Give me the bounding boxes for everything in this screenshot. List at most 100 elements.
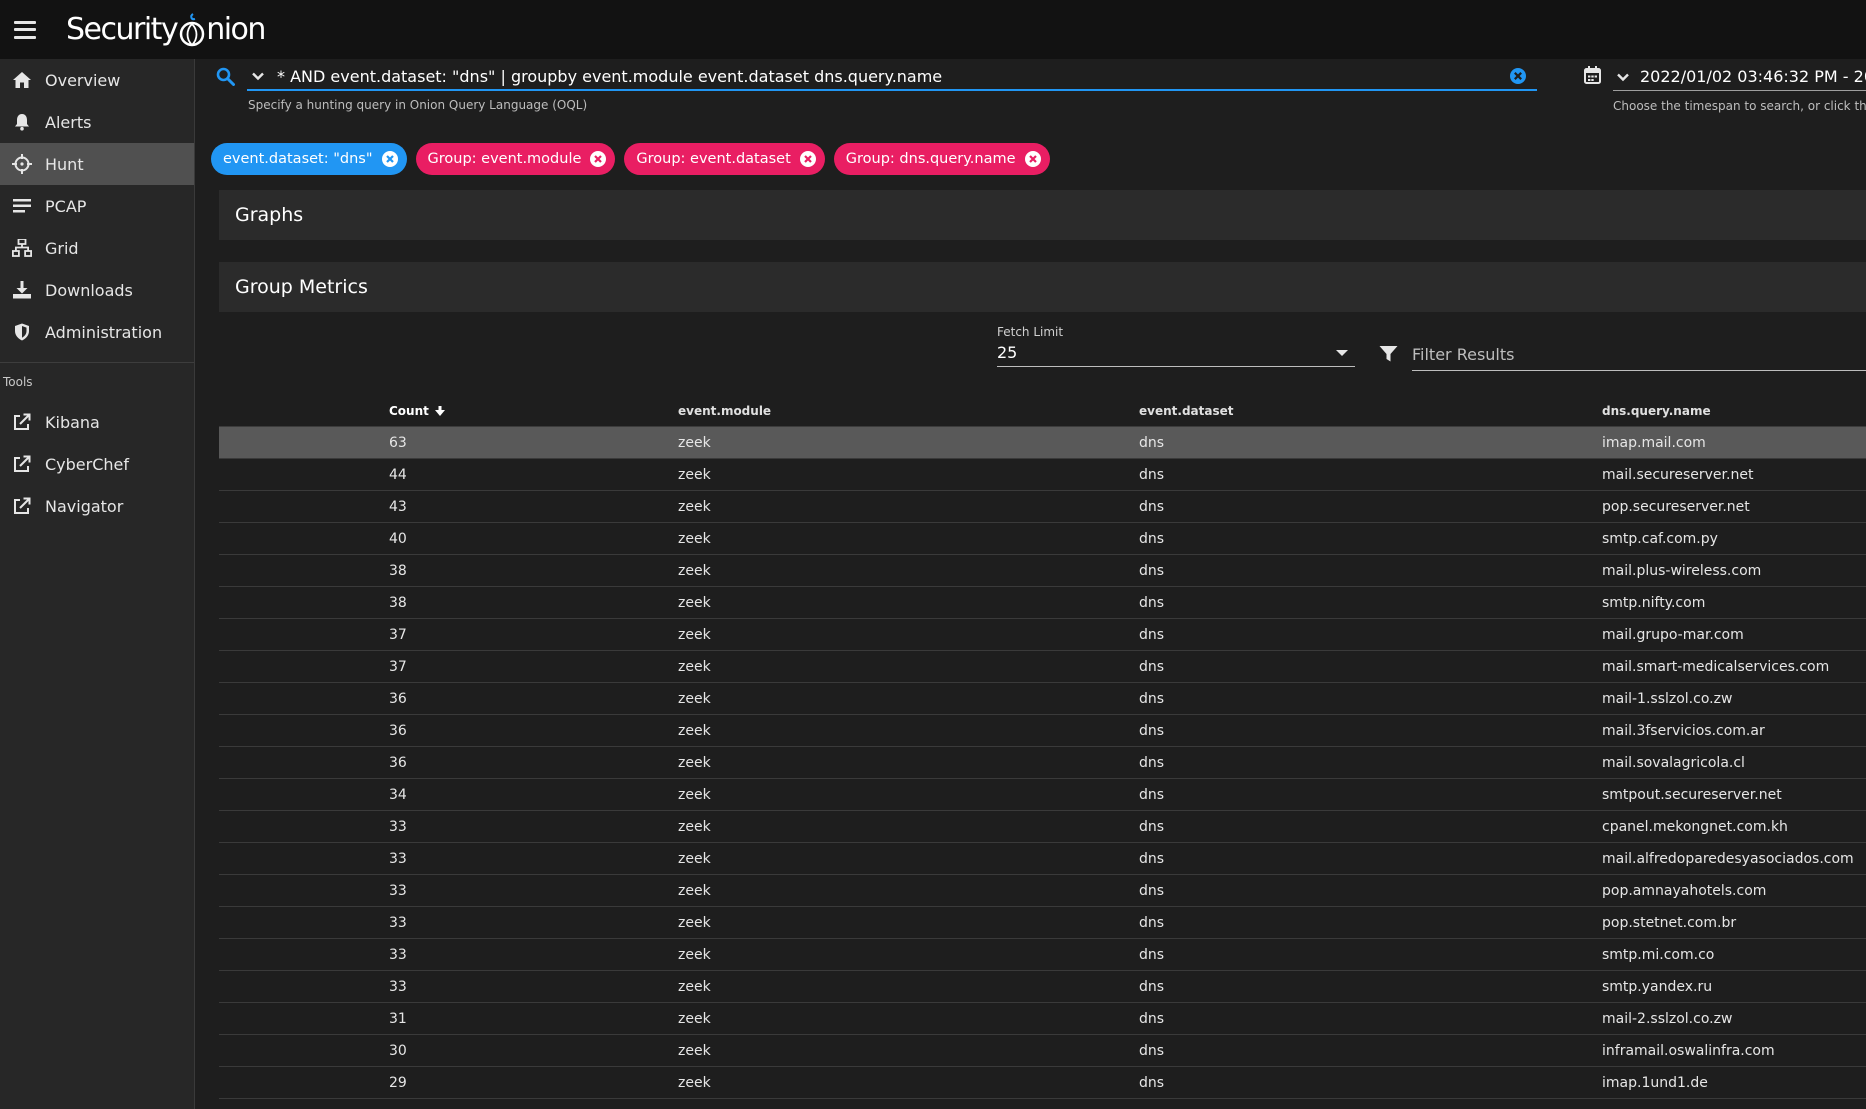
security-onion-logo: Security nion bbox=[66, 12, 266, 48]
sidebar-item-pcap[interactable]: PCAP bbox=[0, 185, 194, 227]
table-row[interactable]: 36 zeek dns mail.3fservicios.com.ar bbox=[219, 715, 1866, 747]
sidebar-item-alerts[interactable]: Alerts bbox=[0, 101, 194, 143]
graphs-panel-header[interactable]: Graphs bbox=[219, 190, 1866, 240]
table-row[interactable]: 36 zeek dns mail.sovalagricola.cl bbox=[219, 747, 1866, 779]
sidebar-item-administration[interactable]: Administration bbox=[0, 311, 194, 353]
table-row[interactable]: 33 zeek dns smtp.yandex.ru bbox=[219, 971, 1866, 1003]
table-row[interactable]: 33 zeek dns mail.alfredoparedesyasociados.c… bbox=[219, 843, 1866, 875]
table-row[interactable]: 36 zeek dns mail-1.sslzol.co.zw bbox=[219, 683, 1866, 715]
fetch-limit-select[interactable]: Fetch Limit 25 bbox=[997, 325, 1355, 367]
table-row[interactable]: 44 zeek dns mail.secureserver.net bbox=[219, 459, 1866, 491]
top-app-bar: Security nion bbox=[0, 0, 1866, 59]
sidebar-item-label: Alerts bbox=[45, 112, 92, 132]
cell-count: 38 bbox=[389, 594, 407, 611]
column-header-dns-query-name[interactable]: dns.query.name bbox=[1602, 404, 1711, 418]
cell-event-module: zeek bbox=[678, 754, 711, 771]
cell-dns-query-name: pop.amnayahotels.com bbox=[1602, 882, 1767, 899]
close-icon[interactable] bbox=[1024, 150, 1042, 168]
fetch-limit-value: 25 bbox=[997, 343, 1018, 362]
query-hint: Specify a hunting query in Onion Query L… bbox=[248, 98, 588, 112]
cell-event-module: zeek bbox=[678, 882, 711, 899]
cell-count: 36 bbox=[389, 690, 407, 707]
table-row[interactable]: 33 zeek dns pop.stetnet.com.br bbox=[219, 907, 1866, 939]
menu-icon[interactable] bbox=[14, 20, 36, 39]
cell-event-dataset: dns bbox=[1139, 1074, 1165, 1091]
query-input[interactable] bbox=[277, 66, 1508, 86]
cell-dns-query-name: mail.sovalagricola.cl bbox=[1602, 754, 1745, 771]
column-header-count[interactable]: Count bbox=[389, 404, 447, 418]
table-row[interactable]: 33 zeek dns smtp.mi.com.co bbox=[219, 939, 1866, 971]
sidebar-item-navigator[interactable]: Navigator bbox=[0, 485, 194, 527]
sidebar-item-grid[interactable]: Grid bbox=[0, 227, 194, 269]
cell-dns-query-name: smtp.caf.com.py bbox=[1602, 530, 1718, 547]
cell-count: 33 bbox=[389, 850, 407, 867]
group-chip-event-dataset[interactable]: Group: event.dataset bbox=[624, 143, 825, 175]
clear-query-icon[interactable] bbox=[1508, 66, 1528, 86]
search-icon[interactable] bbox=[216, 67, 235, 90]
close-icon[interactable] bbox=[589, 150, 607, 168]
query-field bbox=[247, 63, 1537, 91]
table-row[interactable]: 33 zeek dns pop.amnayahotels.com bbox=[219, 875, 1866, 907]
table-row[interactable]: 37 zeek dns mail.smart-medicalservices.com bbox=[219, 651, 1866, 683]
table-row[interactable]: 34 zeek dns smtpout.secureserver.net bbox=[219, 779, 1866, 811]
chevron-down-icon[interactable] bbox=[251, 71, 267, 81]
column-header-event-dataset[interactable]: event.dataset bbox=[1139, 404, 1233, 418]
group-chip-event-module[interactable]: Group: event.module bbox=[415, 143, 616, 175]
sidebar-item-downloads[interactable]: Downloads bbox=[0, 269, 194, 311]
cell-event-module: zeek bbox=[678, 818, 711, 835]
cell-event-dataset: dns bbox=[1139, 722, 1165, 739]
query-bar: Specify a hunting query in Onion Query L… bbox=[195, 59, 1866, 119]
cell-count: 38 bbox=[389, 562, 407, 579]
fetch-limit-label: Fetch Limit bbox=[997, 325, 1064, 339]
table-row[interactable]: 29 zeek dns imap.1und1.de bbox=[219, 1067, 1866, 1099]
table-row[interactable]: 30 zeek dns inframail.oswalinfra.com bbox=[219, 1035, 1866, 1067]
sidebar-item-label: Downloads bbox=[45, 280, 133, 300]
table-row[interactable]: 37 zeek dns mail.grupo-mar.com bbox=[219, 619, 1866, 651]
sidebar-item-label: Hunt bbox=[45, 154, 84, 174]
table-row[interactable]: 63 zeek dns imap.mail.com bbox=[219, 427, 1866, 459]
cell-event-module: zeek bbox=[678, 722, 711, 739]
table-row[interactable]: 33 zeek dns cpanel.mekongnet.com.kh bbox=[219, 811, 1866, 843]
cell-event-module: zeek bbox=[678, 434, 711, 451]
table-row[interactable]: 40 zeek dns smtp.caf.com.py bbox=[219, 523, 1866, 555]
cell-dns-query-name: pop.stetnet.com.br bbox=[1602, 914, 1737, 931]
sidebar-item-kibana[interactable]: Kibana bbox=[0, 401, 194, 443]
table-row[interactable]: 38 zeek dns smtp.nifty.com bbox=[219, 587, 1866, 619]
cell-event-dataset: dns bbox=[1139, 914, 1165, 931]
cell-event-dataset: dns bbox=[1139, 658, 1165, 675]
sidebar-item-hunt[interactable]: Hunt bbox=[0, 143, 194, 185]
cell-event-module: zeek bbox=[678, 978, 711, 995]
cell-event-dataset: dns bbox=[1139, 1042, 1165, 1059]
filter-chip-dataset[interactable]: event.dataset: "dns" bbox=[211, 143, 407, 175]
logo-text-left: Security bbox=[66, 12, 179, 47]
table-row[interactable]: 38 zeek dns mail.plus-wireless.com bbox=[219, 555, 1866, 587]
calendar-icon[interactable] bbox=[1584, 66, 1601, 88]
table-row[interactable]: 31 zeek dns mail-2.sslzol.co.zw bbox=[219, 1003, 1866, 1035]
cell-event-dataset: dns bbox=[1139, 882, 1165, 899]
cell-count: 37 bbox=[389, 626, 407, 643]
bell-icon bbox=[11, 111, 33, 133]
sidebar-item-overview[interactable]: Overview bbox=[0, 59, 194, 101]
cell-event-dataset: dns bbox=[1139, 978, 1165, 995]
cell-event-dataset: dns bbox=[1139, 946, 1165, 963]
shield-icon bbox=[11, 321, 33, 343]
sidebar-item-label: Administration bbox=[45, 322, 163, 342]
chip-label: event.dataset: "dns" bbox=[223, 151, 373, 167]
sidebar-item-cyberchef[interactable]: CyberChef bbox=[0, 443, 194, 485]
group-metrics-panel-header[interactable]: Group Metrics bbox=[219, 262, 1866, 312]
column-header-event-module[interactable]: event.module bbox=[678, 404, 771, 418]
cell-dns-query-name: cpanel.mekongnet.com.kh bbox=[1602, 818, 1788, 835]
chevron-down-icon[interactable] bbox=[1616, 72, 1630, 82]
cell-count: 30 bbox=[389, 1042, 407, 1059]
home-icon bbox=[11, 69, 33, 91]
group-chip-dns-query-name[interactable]: Group: dns.query.name bbox=[833, 143, 1050, 175]
fetch-limit-dropdown[interactable]: 25 bbox=[997, 339, 1355, 367]
cell-count: 43 bbox=[389, 498, 407, 515]
close-icon[interactable] bbox=[799, 150, 817, 168]
filter-results-input[interactable] bbox=[1412, 339, 1866, 369]
cell-dns-query-name: mail.grupo-mar.com bbox=[1602, 626, 1744, 643]
date-range-value: 2022/01/02 03:46:32 PM - 2022/01/03 03:4… bbox=[1640, 67, 1866, 86]
table-row[interactable]: 43 zeek dns pop.secureserver.net bbox=[219, 491, 1866, 523]
close-icon[interactable] bbox=[381, 150, 399, 168]
date-range-field[interactable]: 2022/01/02 03:46:32 PM - 2022/01/03 03:4… bbox=[1613, 63, 1866, 91]
